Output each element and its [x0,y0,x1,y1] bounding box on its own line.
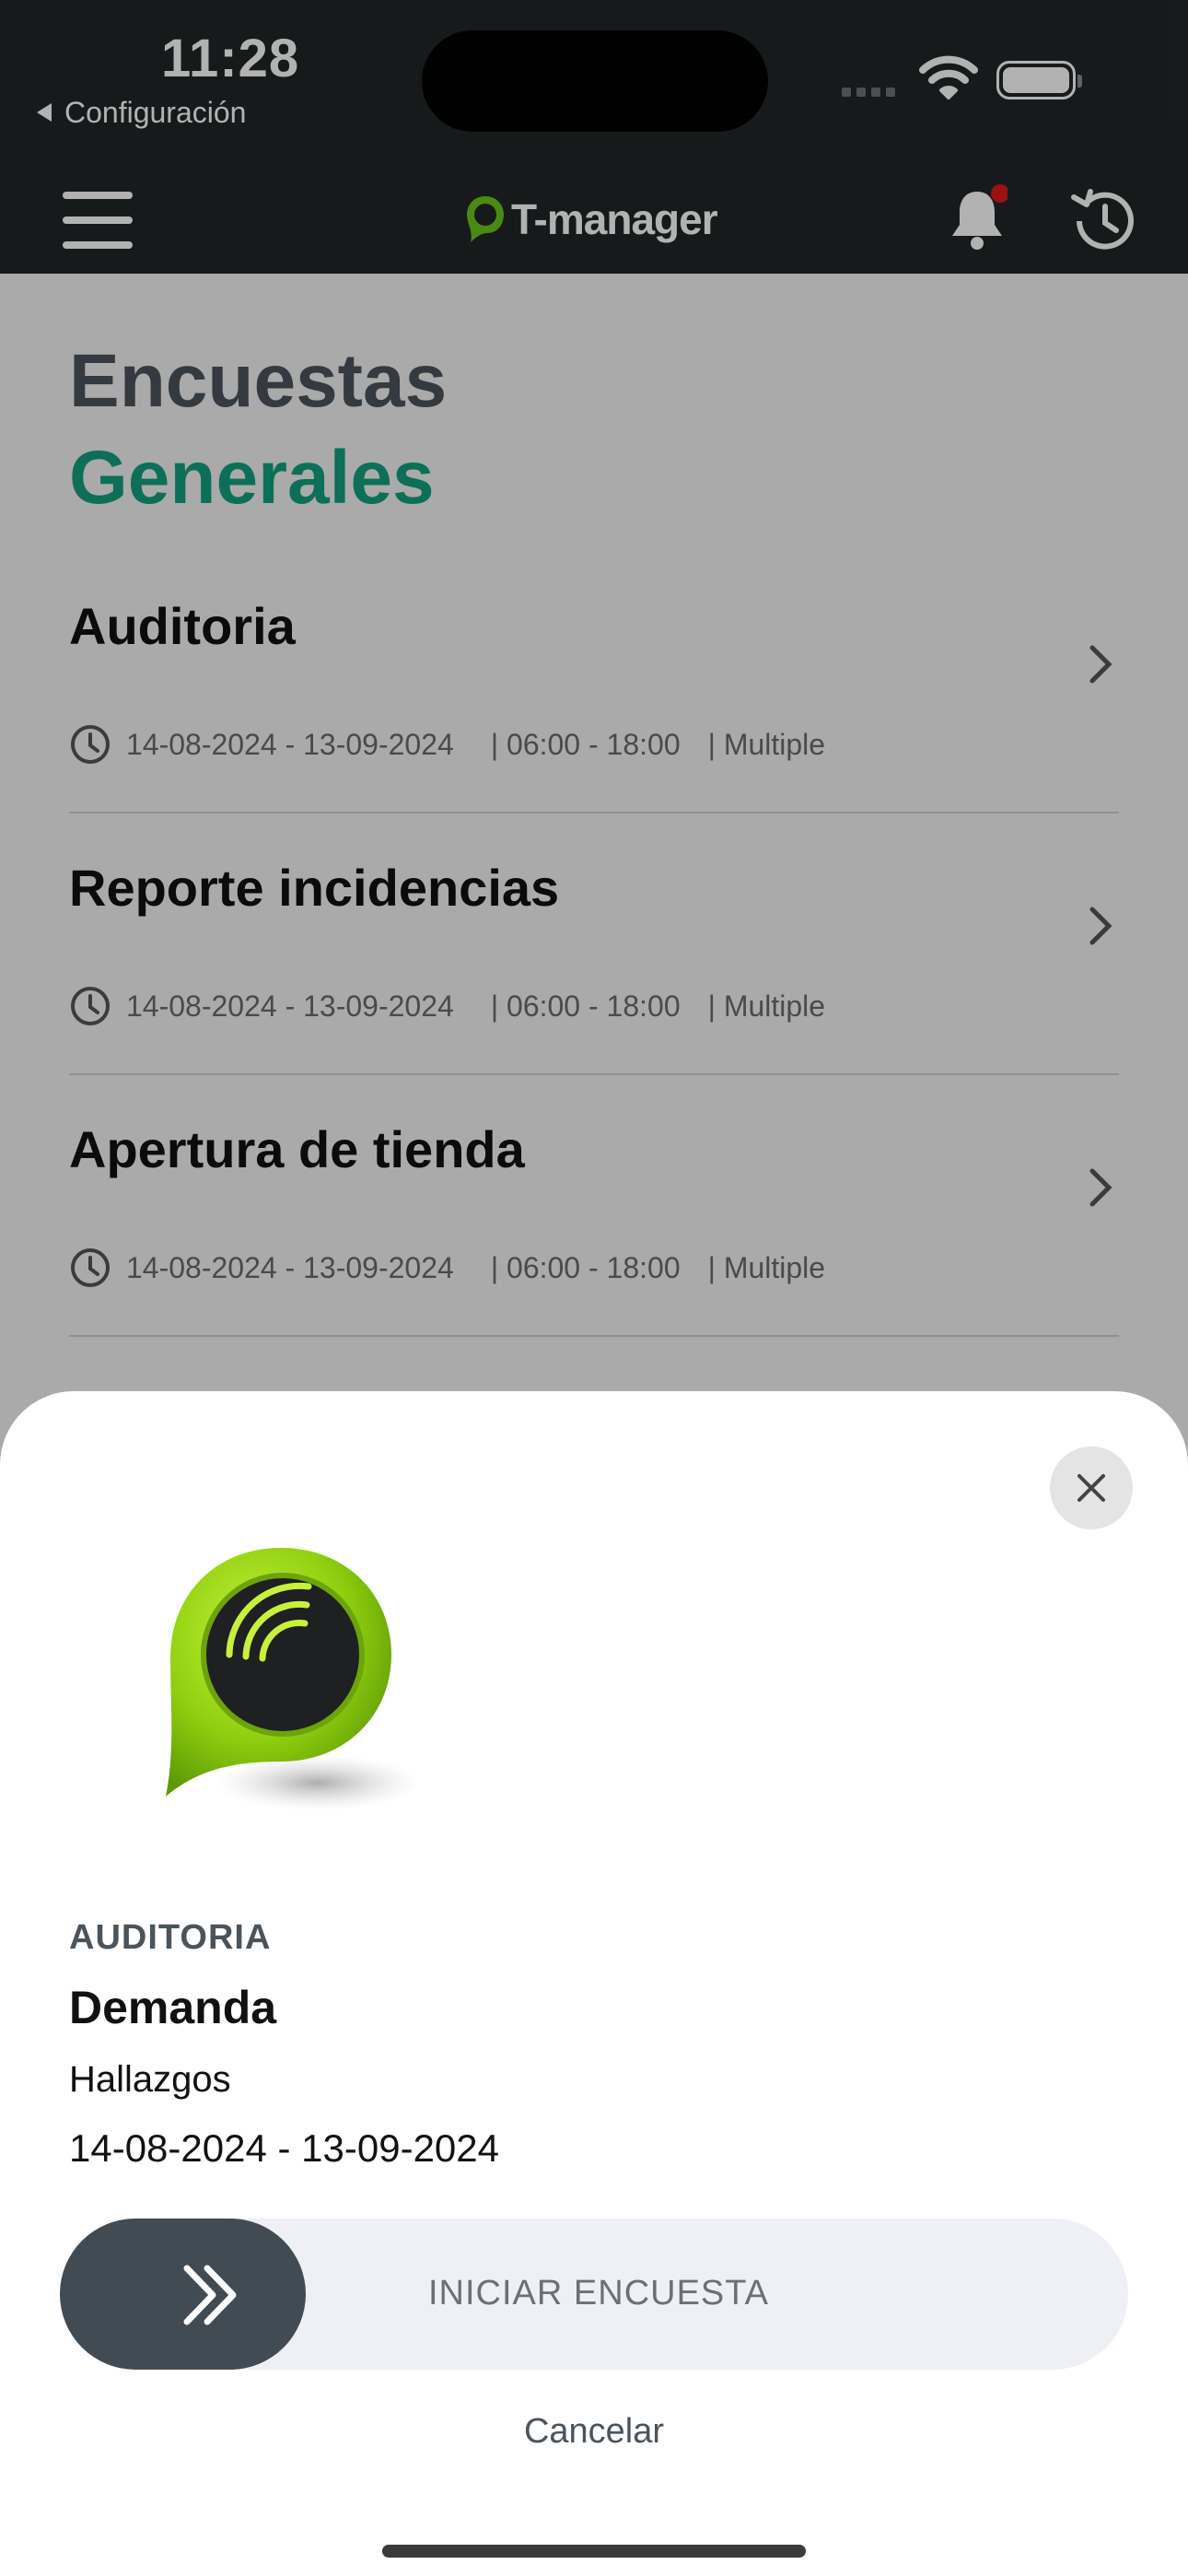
double-chevron-right-icon [183,2265,237,2325]
start-survey-slider[interactable]: INICIAR ENCUESTA [60,2219,1128,2370]
close-button[interactable] [1050,1446,1133,1529]
slider-label: INICIAR ENCUESTA [428,2274,770,2313]
survey-bottom-sheet: AUDITORIA Demanda Hallazgos 14-08-2024 -… [0,1391,1188,2576]
slider-handle[interactable] [60,2219,306,2370]
survey-dates: 14-08-2024 - 13-09-2024 [69,2126,500,2170]
cancel-button[interactable]: Cancelar [0,2412,1188,2452]
home-indicator[interactable] [382,2545,806,2558]
location-pin-illustration [166,1548,419,1810]
survey-subtitle: Hallazgos [69,2059,231,2100]
close-icon [1077,1474,1105,1502]
survey-category: AUDITORIA [69,1918,272,1957]
survey-title: Demanda [69,1982,277,2033]
